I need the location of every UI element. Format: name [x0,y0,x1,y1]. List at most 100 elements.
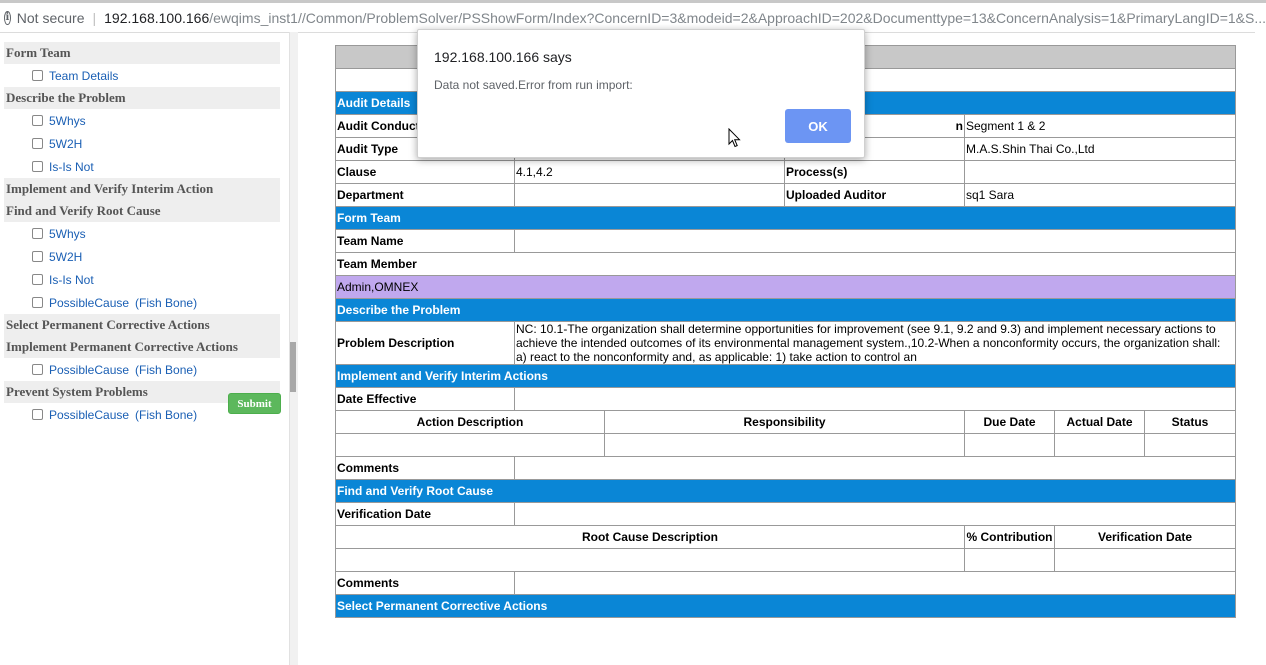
label-team-name: Team Name [335,229,515,253]
checkbox[interactable] [32,138,43,149]
dialog-message: Data not saved.Error from run import: [434,78,633,92]
sidebar-section-form-team: Form Team [4,42,280,64]
row-department: Department Uploaded Auditor sq1 Sara [335,183,1237,207]
row-problem-description: Problem Description NC: 10.1-The organiz… [335,321,1237,365]
sidebar-link[interactable]: 5Whys [49,114,86,128]
value-department [514,183,785,207]
sidebar-link[interactable]: Team Details [49,69,118,83]
interim-table-header: Action Description Responsibility Due Da… [335,410,1237,434]
ok-button[interactable]: OK [785,109,851,143]
section-describe-problem: Describe the Problem [334,298,1237,322]
row-team-member-value: Admin,OMNEX [334,275,1237,299]
value-comments [513,571,1237,595]
row-date-effective: Date Effective [335,387,1237,411]
value-comments [513,456,1237,480]
col-status: Status [1143,410,1237,434]
sidebar-item-5w2h[interactable]: 5W2H [4,245,280,268]
col-action-description: Action Description [335,410,605,434]
label-process: Process(s) [784,160,965,184]
sidebar-link[interactable]: Is-Is Not [49,273,94,287]
checkbox[interactable] [32,228,43,239]
sidebar-link[interactable]: PossibleCause [49,296,129,310]
checkbox[interactable] [32,161,43,172]
sidebar-section-interim: Implement and Verify Interim Action [4,178,280,200]
row-team-member: Team Member [334,252,1237,276]
sidebar-nav: Form Team Team Details Describe the Prob… [0,42,282,426]
value-supplier: M.A.S.Shin Thai Co.,Ltd [963,137,1237,161]
row-team-name: Team Name [335,229,1237,253]
col-responsibility: Responsibility [604,410,965,434]
security-status[interactable]: Not secure [17,10,85,26]
sidebar-link[interactable]: 5W2H [49,137,82,151]
sidebar-item-is-is-not[interactable]: Is-Is Not [4,155,280,178]
section-interim-actions: Implement and Verify Interim Actions [334,364,1237,388]
interim-table-row [335,433,1237,457]
value-problem-description: NC: 10.1-The organization shall determin… [513,321,1237,365]
root-cause-table-row [335,548,1237,572]
row-root-cause-comments: Comments [335,571,1237,595]
col-contribution: % Contribution [964,525,1055,549]
value-location: Segment 1 & 2 [963,114,1237,138]
fishbone-link[interactable]: Fish Bone [139,363,193,377]
label-comments: Comments [335,571,515,595]
sidebar-link[interactable]: 5Whys [49,227,86,241]
sidebar-section-select-pca: Select Permanent Corrective Actions [4,314,280,336]
sidebar-section-describe: Describe the Problem [4,87,280,109]
root-cause-table-header: Root Cause Description % Contribution Ve… [335,525,1237,549]
sidebar-link[interactable]: 5W2H [49,250,82,264]
col-due-date: Due Date [964,410,1055,434]
page-scrollbar[interactable] [1255,32,1266,665]
value-clause: 4.1,4.2 [514,160,785,184]
fishbone-link-wrap: (Fish Bone) [135,295,198,310]
url-path[interactable]: /ewqims_inst1//Common/ProblemSolver/PSSh… [209,10,1266,26]
col-root-cause-description: Root Cause Description [335,525,965,549]
value-uploaded-auditor: sq1 Sara [963,183,1237,207]
label-problem-description: Problem Description [335,321,515,365]
col-verification-date: Verification Date [1053,525,1237,549]
value-process [963,160,1237,184]
sidebar-item-5whys[interactable]: 5Whys [4,222,280,245]
sidebar-section-impl-pca: Implement Permanent Corrective Actions [4,336,280,358]
label-comments: Comments [335,456,515,480]
label-verification-date: Verification Date [335,502,515,526]
alert-dialog: 192.168.100.166 says Data not saved.Erro… [417,29,865,158]
pane-scroll-thumb[interactable] [290,342,296,392]
sidebar-section-root-cause: Find and Verify Root Cause [4,200,280,222]
address-separator: | [92,9,97,26]
url-host[interactable]: 192.168.100.166 [104,10,209,26]
checkbox[interactable] [32,409,43,420]
sidebar-item-possible-cause[interactable]: PossibleCause (Fish Bone) [4,291,280,314]
checkbox[interactable] [32,297,43,308]
label-team-member: Team Member [334,252,1237,276]
value-team-member: Admin,OMNEX [334,275,1237,299]
sidebar-link[interactable]: Is-Is Not [49,160,94,174]
section-select-pca: Select Permanent Corrective Actions [334,594,1237,618]
sidebar-link[interactable]: PossibleCause [49,408,129,422]
sidebar-item-team-details[interactable]: Team Details [4,64,280,87]
submit-button[interactable]: Submit [228,393,281,414]
checkbox[interactable] [32,115,43,126]
sidebar-item-possible-cause[interactable]: PossibleCause (Fish Bone) [4,358,280,381]
checkbox[interactable] [32,251,43,262]
mouse-cursor-icon [728,128,741,148]
sidebar-link[interactable]: PossibleCause [49,363,129,377]
value-date-effective [513,387,1237,411]
label-department: Department [335,183,515,207]
label-date-effective: Date Effective [335,387,515,411]
fishbone-link-wrap: (Fish Bone) [135,362,198,377]
section-root-cause: Find and Verify Root Cause [334,479,1237,503]
checkbox[interactable] [32,274,43,285]
section-form-team: Form Team [334,206,1237,230]
sidebar-item-5whys[interactable]: 5Whys [4,109,280,132]
fishbone-link[interactable]: Fish Bone [139,296,193,310]
info-icon[interactable]: i [4,10,11,25]
label-clause: Clause [335,160,515,184]
fishbone-link[interactable]: Fish Bone [139,408,193,422]
row-clause: Clause 4.1,4.2 Process(s) [335,160,1237,184]
sidebar-item-5w2h[interactable]: 5W2H [4,132,280,155]
checkbox[interactable] [32,364,43,375]
label-uploaded-auditor: Uploaded Auditor [784,183,965,207]
sidebar-item-is-is-not[interactable]: Is-Is Not [4,268,280,291]
checkbox[interactable] [32,70,43,81]
row-verification-date: Verification Date [335,502,1237,526]
